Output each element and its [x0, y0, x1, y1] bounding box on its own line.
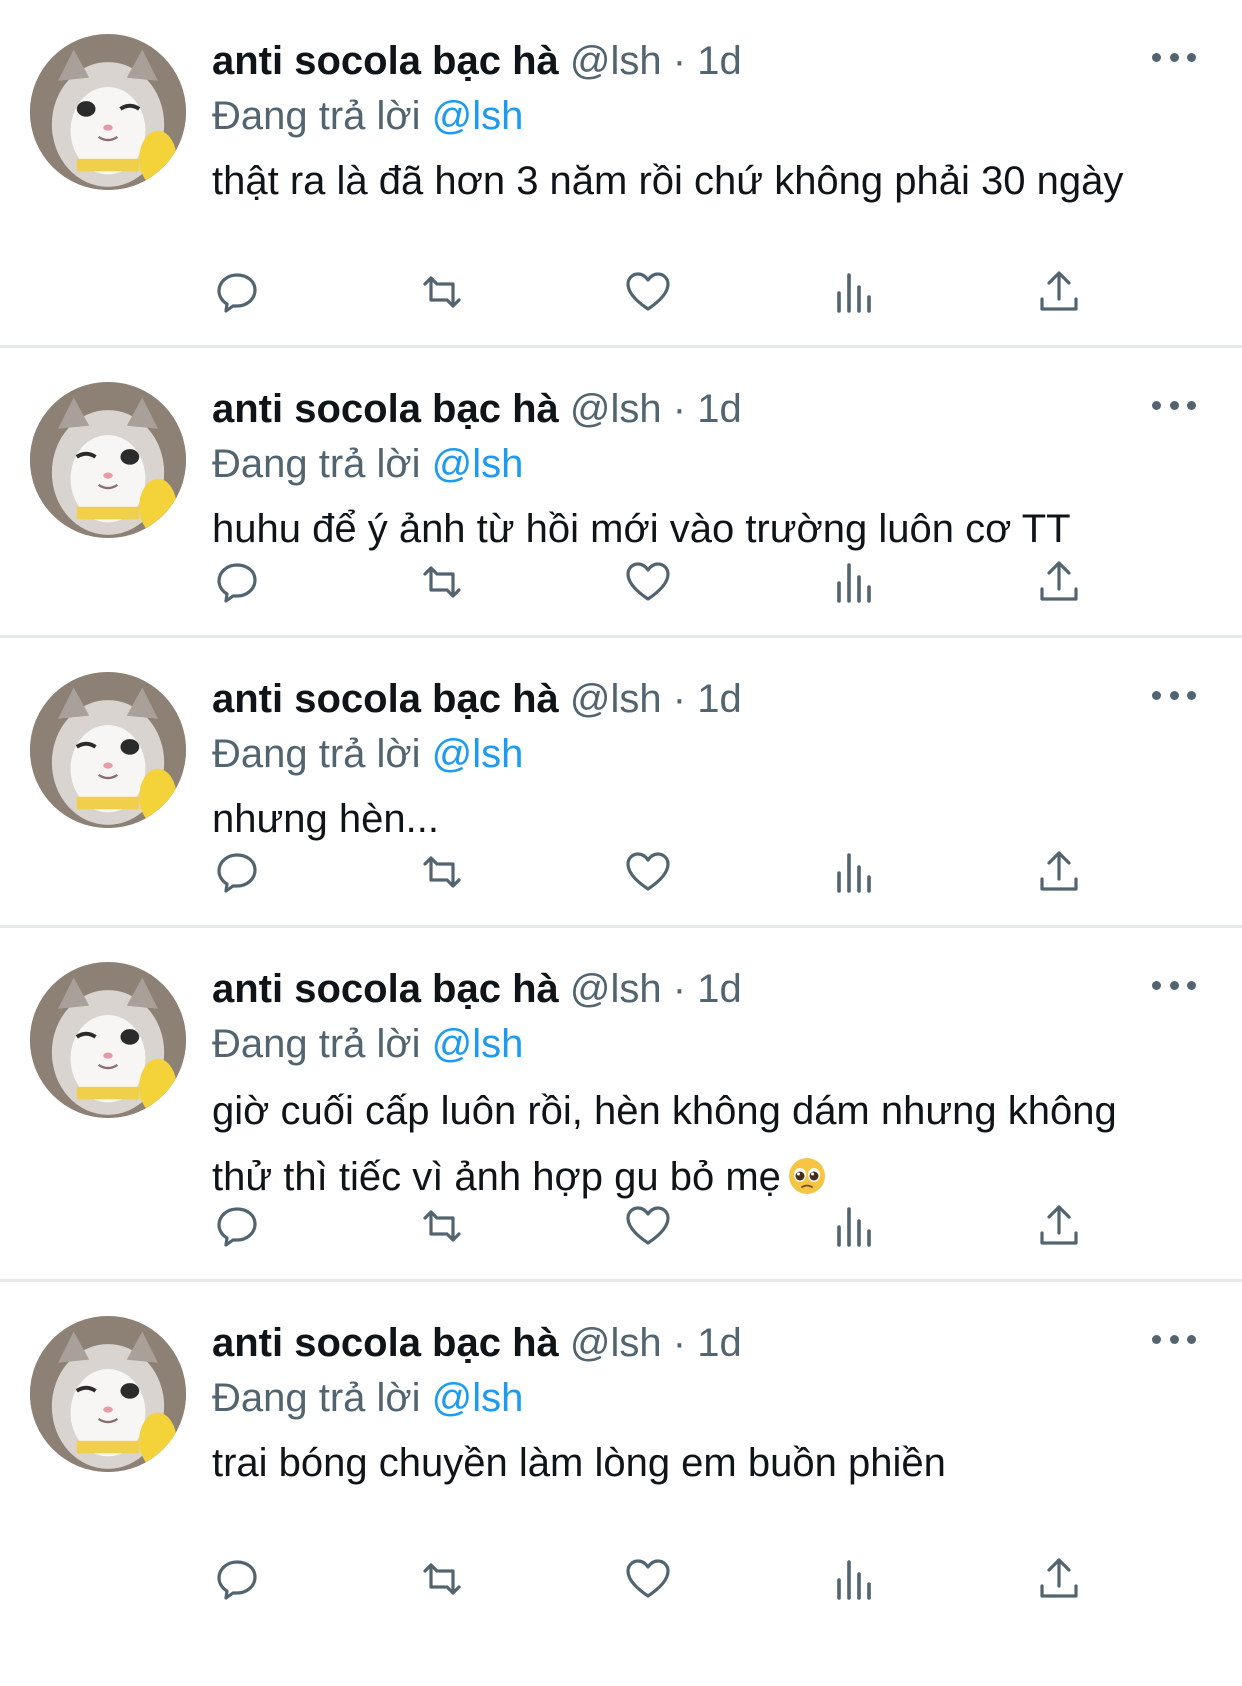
- user-handle[interactable]: @lsh: [570, 39, 662, 83]
- separator-dot: ·: [672, 677, 687, 721]
- reply-prefix: Đang trả lời: [212, 1376, 421, 1420]
- heart-icon[interactable]: [623, 1201, 673, 1251]
- reply-icon[interactable]: [212, 557, 262, 607]
- separator-dot: ·: [672, 387, 687, 431]
- views-chart-icon[interactable]: [829, 1554, 879, 1604]
- reply-to-link[interactable]: @lsh: [432, 94, 524, 138]
- tweet[interactable]: anti socola bạc hà @lsh · 1d Đang trả lờ…: [0, 1282, 1242, 1686]
- views-chart-icon[interactable]: [829, 267, 879, 317]
- retweet-icon[interactable]: [417, 1201, 467, 1251]
- cat-avatar[interactable]: [30, 962, 186, 1118]
- tweet-actions: [212, 557, 1092, 607]
- share-icon[interactable]: [1034, 1201, 1084, 1251]
- tweet-header: anti socola bạc hà @lsh · 1d: [212, 380, 1202, 438]
- heart-icon[interactable]: [623, 267, 673, 317]
- more-options-icon[interactable]: [1152, 680, 1196, 710]
- display-name[interactable]: anti socola bạc hà: [212, 39, 559, 83]
- reply-icon[interactable]: [212, 1554, 262, 1604]
- tweet-feed: anti socola bạc hà @lsh · 1d Đang trả lờ…: [0, 0, 1242, 1686]
- retweet-icon[interactable]: [417, 1554, 467, 1604]
- heart-icon[interactable]: [623, 557, 673, 607]
- tweet-header: anti socola bạc hà @lsh · 1d: [212, 1314, 1202, 1372]
- reply-icon[interactable]: [212, 267, 262, 317]
- reply-to-link[interactable]: @lsh: [432, 1022, 524, 1066]
- replying-to: Đang trả lời @lsh: [212, 90, 1202, 142]
- views-chart-icon[interactable]: [829, 557, 879, 607]
- views-chart-icon[interactable]: [829, 1201, 879, 1251]
- reply-to-link[interactable]: @lsh: [432, 1376, 524, 1420]
- tweet[interactable]: anti socola bạc hà @lsh · 1d Đang trả lờ…: [0, 0, 1242, 348]
- separator-dot: ·: [672, 967, 687, 1011]
- tweet-text: giờ cuối cấp luôn rồi, hèn không dám như…: [212, 1078, 1152, 1210]
- views-chart-icon[interactable]: [829, 847, 879, 897]
- reply-to-link[interactable]: @lsh: [432, 732, 524, 776]
- cat-avatar[interactable]: [30, 34, 186, 190]
- tweet-text: nhưng hèn...: [212, 797, 439, 841]
- retweet-icon[interactable]: [417, 267, 467, 317]
- tweet-text: thật ra là đã hơn 3 năm rồi chứ không ph…: [212, 159, 1124, 203]
- retweet-icon[interactable]: [417, 557, 467, 607]
- display-name[interactable]: anti socola bạc hà: [212, 677, 559, 721]
- timestamp[interactable]: 1d: [697, 967, 742, 1011]
- replying-to: Đang trả lời @lsh: [212, 438, 1202, 490]
- share-icon[interactable]: [1034, 1554, 1084, 1604]
- pleading-face-emoji: [787, 1156, 827, 1196]
- heart-icon[interactable]: [623, 847, 673, 897]
- heart-icon[interactable]: [623, 1554, 673, 1604]
- share-icon[interactable]: [1034, 267, 1084, 317]
- timestamp[interactable]: 1d: [697, 677, 742, 721]
- tweet-text-content: giờ cuối cấp luôn rồi, hèn không dám như…: [212, 1089, 1117, 1199]
- timestamp[interactable]: 1d: [697, 387, 742, 431]
- reply-prefix: Đang trả lời: [212, 94, 421, 138]
- tweet[interactable]: anti socola bạc hà @lsh · 1d Đang trả lờ…: [0, 638, 1242, 928]
- replying-to: Đang trả lời @lsh: [212, 1372, 1202, 1424]
- display-name[interactable]: anti socola bạc hà: [212, 1321, 559, 1365]
- user-handle[interactable]: @lsh: [570, 677, 662, 721]
- tweet-actions: [212, 1201, 1092, 1251]
- reply-prefix: Đang trả lời: [212, 442, 421, 486]
- reply-prefix: Đang trả lời: [212, 1022, 421, 1066]
- reply-to-link[interactable]: @lsh: [432, 442, 524, 486]
- user-handle[interactable]: @lsh: [570, 1321, 662, 1365]
- more-options-icon[interactable]: [1152, 970, 1196, 1000]
- tweet-actions: [212, 847, 1092, 897]
- tweet-header: anti socola bạc hà @lsh · 1d: [212, 32, 1202, 90]
- separator-dot: ·: [672, 1321, 687, 1365]
- tweet[interactable]: anti socola bạc hà @lsh · 1d Đang trả lờ…: [0, 348, 1242, 638]
- user-handle[interactable]: @lsh: [570, 967, 662, 1011]
- timestamp[interactable]: 1d: [697, 1321, 742, 1365]
- replying-to: Đang trả lời @lsh: [212, 1018, 1202, 1070]
- display-name[interactable]: anti socola bạc hà: [212, 967, 559, 1011]
- timestamp[interactable]: 1d: [697, 39, 742, 83]
- tweet-actions: [212, 267, 1092, 317]
- tweet-text: trai bóng chuyền làm lòng em buồn phiền: [212, 1441, 946, 1485]
- retweet-icon[interactable]: [417, 847, 467, 897]
- display-name[interactable]: anti socola bạc hà: [212, 387, 559, 431]
- share-icon[interactable]: [1034, 847, 1084, 897]
- separator-dot: ·: [672, 39, 687, 83]
- more-options-icon[interactable]: [1152, 42, 1196, 72]
- tweet-text: huhu để ý ảnh từ hồi mới vào trường luôn…: [212, 507, 1071, 551]
- tweet[interactable]: anti socola bạc hà @lsh · 1d Đang trả lờ…: [0, 928, 1242, 1282]
- reply-prefix: Đang trả lời: [212, 732, 421, 776]
- tweet-actions: [212, 1554, 1092, 1604]
- more-options-icon[interactable]: [1152, 1324, 1196, 1354]
- reply-icon[interactable]: [212, 1201, 262, 1251]
- reply-icon[interactable]: [212, 847, 262, 897]
- tweet-header: anti socola bạc hà @lsh · 1d: [212, 670, 1202, 728]
- user-handle[interactable]: @lsh: [570, 387, 662, 431]
- cat-avatar[interactable]: [30, 382, 186, 538]
- share-icon[interactable]: [1034, 557, 1084, 607]
- cat-avatar[interactable]: [30, 1316, 186, 1472]
- tweet-header: anti socola bạc hà @lsh · 1d: [212, 960, 1202, 1018]
- more-options-icon[interactable]: [1152, 390, 1196, 420]
- cat-avatar[interactable]: [30, 672, 186, 828]
- replying-to: Đang trả lời @lsh: [212, 728, 1202, 780]
